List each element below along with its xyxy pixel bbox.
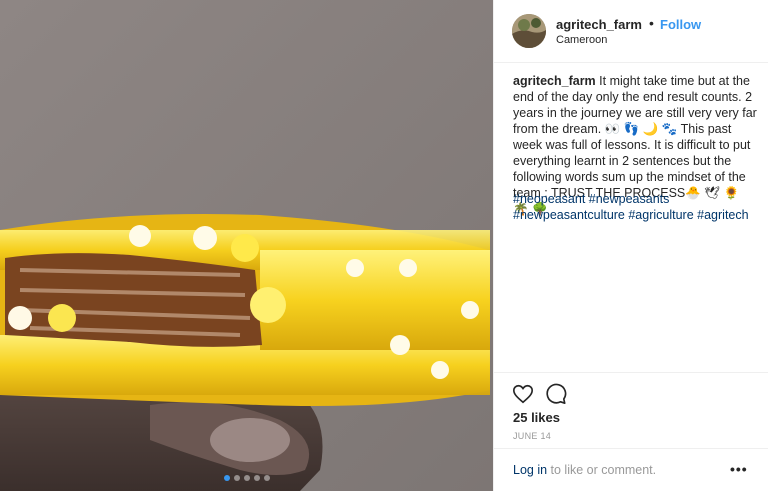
- username-link[interactable]: agritech_farm: [556, 17, 642, 32]
- carousel-dot[interactable]: [243, 475, 250, 481]
- login-prompt-text: to like or comment.: [547, 463, 657, 477]
- post-sidebar: agritech_farm • Follow Cameroon agritech…: [493, 0, 768, 491]
- avatar[interactable]: [512, 14, 546, 48]
- carousel-indicator: [0, 475, 493, 481]
- login-prompt: Log in to like or comment.: [513, 463, 656, 477]
- carousel-dot[interactable]: [253, 475, 260, 481]
- separator-dot: •: [649, 15, 654, 31]
- carousel-dot[interactable]: [233, 475, 240, 481]
- heart-icon[interactable]: [512, 383, 534, 405]
- carousel-dot[interactable]: [263, 475, 270, 481]
- likes-count[interactable]: 25 likes: [513, 410, 560, 425]
- carousel-dot[interactable]: [223, 475, 230, 481]
- hashtags[interactable]: #neopeasant #newpeasants #newpeasantcult…: [513, 191, 757, 223]
- comment-icon[interactable]: [545, 383, 567, 405]
- login-link[interactable]: Log in: [513, 463, 547, 477]
- post-photo[interactable]: [0, 0, 493, 491]
- post-date[interactable]: JUNE 14: [513, 431, 551, 441]
- follow-button[interactable]: Follow: [660, 17, 701, 32]
- post-header: agritech_farm • Follow Cameroon: [494, 0, 768, 63]
- comment-footer: Log in to like or comment. •••: [494, 448, 768, 492]
- more-options-icon[interactable]: •••: [730, 461, 748, 477]
- avatar-image: [512, 14, 546, 48]
- caption-username[interactable]: agritech_farm: [513, 74, 596, 88]
- corn-photo: [0, 0, 493, 491]
- instagram-post: agritech_farm • Follow Cameroon agritech…: [0, 0, 768, 491]
- location-link[interactable]: Cameroon: [556, 34, 607, 46]
- action-bar: [494, 372, 768, 404]
